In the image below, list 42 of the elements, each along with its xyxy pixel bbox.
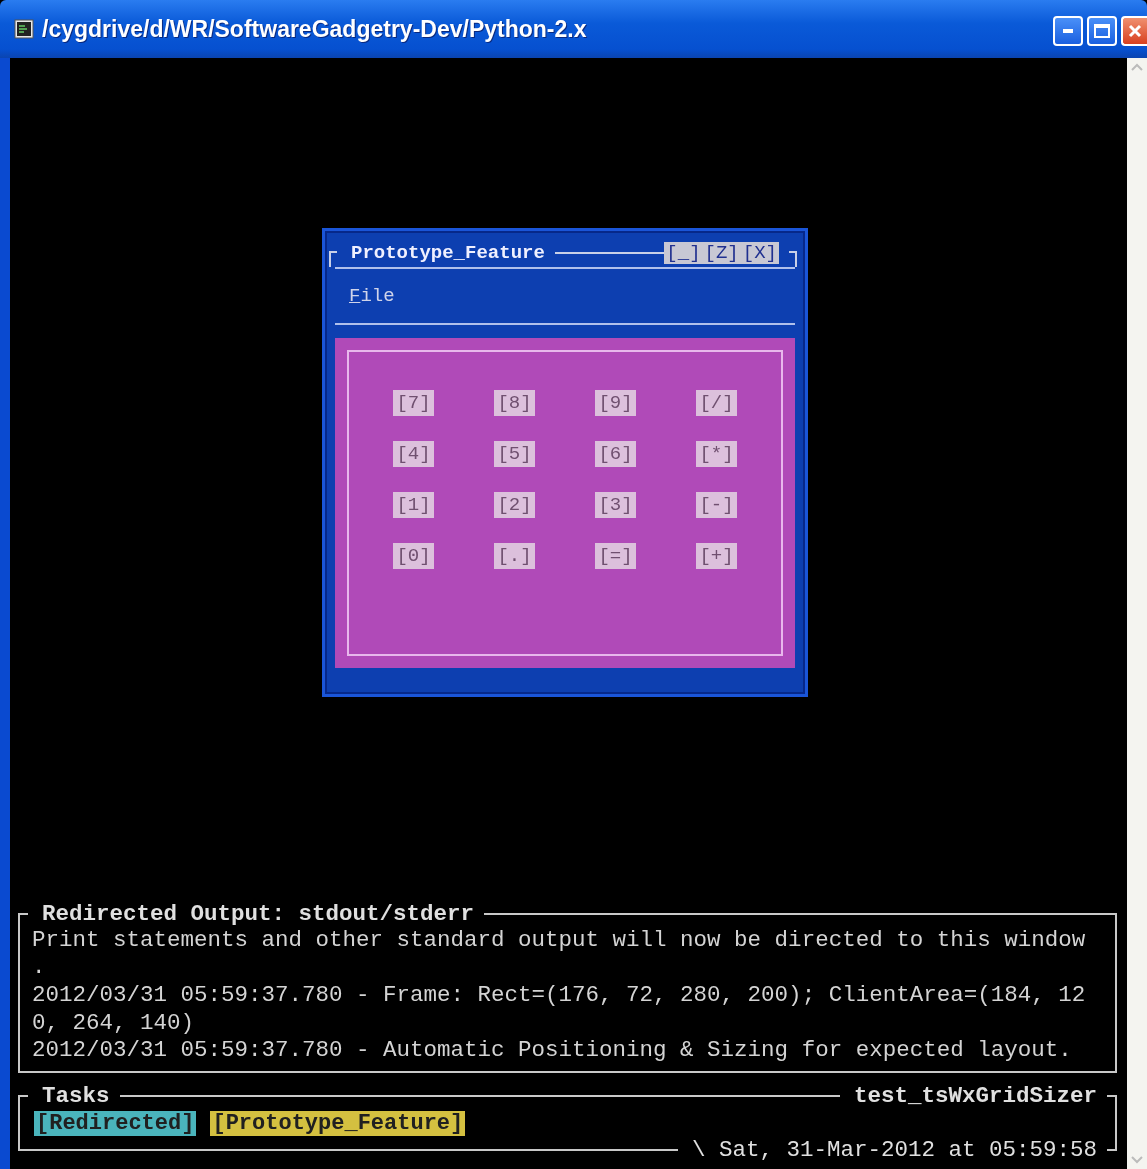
task-button[interactable]: [Prototype_Feature] <box>210 1110 466 1136</box>
close-icon <box>1128 24 1142 38</box>
window-control-button[interactable]: [Z] <box>702 242 741 264</box>
log-line: Print statements and other standard output will now be directed to this window <box>32 926 1087 955</box>
calculator-key[interactable]: [9] <box>595 390 636 416</box>
calculator-key[interactable]: [+] <box>696 543 737 569</box>
panel-title: Tasks <box>41 1083 111 1109</box>
calculator-key[interactable]: [-] <box>696 492 737 518</box>
frame-corner <box>329 251 337 267</box>
dialog-title: Prototype_Feature <box>350 242 546 264</box>
log-line: 2012/03/31 05:59:37.780 - Frame: Rect=(176, 72, 280, 200); ClientArea=(184, 12 <box>32 981 1087 1010</box>
maximize-button[interactable] <box>1087 16 1117 46</box>
calculator-key[interactable]: [8] <box>494 390 535 416</box>
calculator-key[interactable]: [6] <box>595 441 636 467</box>
window-control-button[interactable]: [X] <box>740 242 779 264</box>
maximize-icon <box>1094 24 1110 38</box>
minimize-icon <box>1063 29 1073 33</box>
calculator-key[interactable]: [7] <box>393 390 434 416</box>
calculator-key[interactable]: [/] <box>696 390 737 416</box>
timestamp: \ Sat, 31-Mar-2012 at 05:59:58 <box>690 1137 1098 1163</box>
calculator-key[interactable]: [.] <box>494 543 535 569</box>
frame-corner <box>789 251 797 267</box>
app-name: test_tsWxGridSizer <box>852 1083 1098 1109</box>
calculator-key[interactable]: [5] <box>494 441 535 467</box>
window-control-button[interactable]: [_] <box>664 242 703 264</box>
terminal-icon <box>14 19 34 39</box>
task-button[interactable]: [Redirected] <box>34 1110 197 1136</box>
log-line: 2012/03/31 05:59:37.780 - Automatic Positioning & Sizing for expected layout. <box>32 1037 1073 1065</box>
menu-item[interactable]: File <box>349 285 395 307</box>
log-line: . <box>32 954 47 982</box>
close-button[interactable] <box>1121 16 1147 46</box>
calculator-key[interactable]: [3] <box>595 492 636 518</box>
calculator-key[interactable]: [1] <box>393 492 434 518</box>
minimize-button[interactable] <box>1053 16 1083 46</box>
calculator-key[interactable]: [=] <box>595 543 636 569</box>
calculator-key[interactable]: [0] <box>393 543 434 569</box>
calculator-key[interactable]: [*] <box>696 441 737 467</box>
window-title: /cygdrive/d/WR/SoftwareGadgetry-Dev/Python-2.x <box>42 15 588 43</box>
log-line: 0, 264, 140) <box>32 1009 196 1038</box>
calculator-key[interactable]: [2] <box>494 492 535 518</box>
calculator-key[interactable]: [4] <box>393 441 434 467</box>
panel-title: Redirected Output: stdout/stderr <box>41 900 476 927</box>
